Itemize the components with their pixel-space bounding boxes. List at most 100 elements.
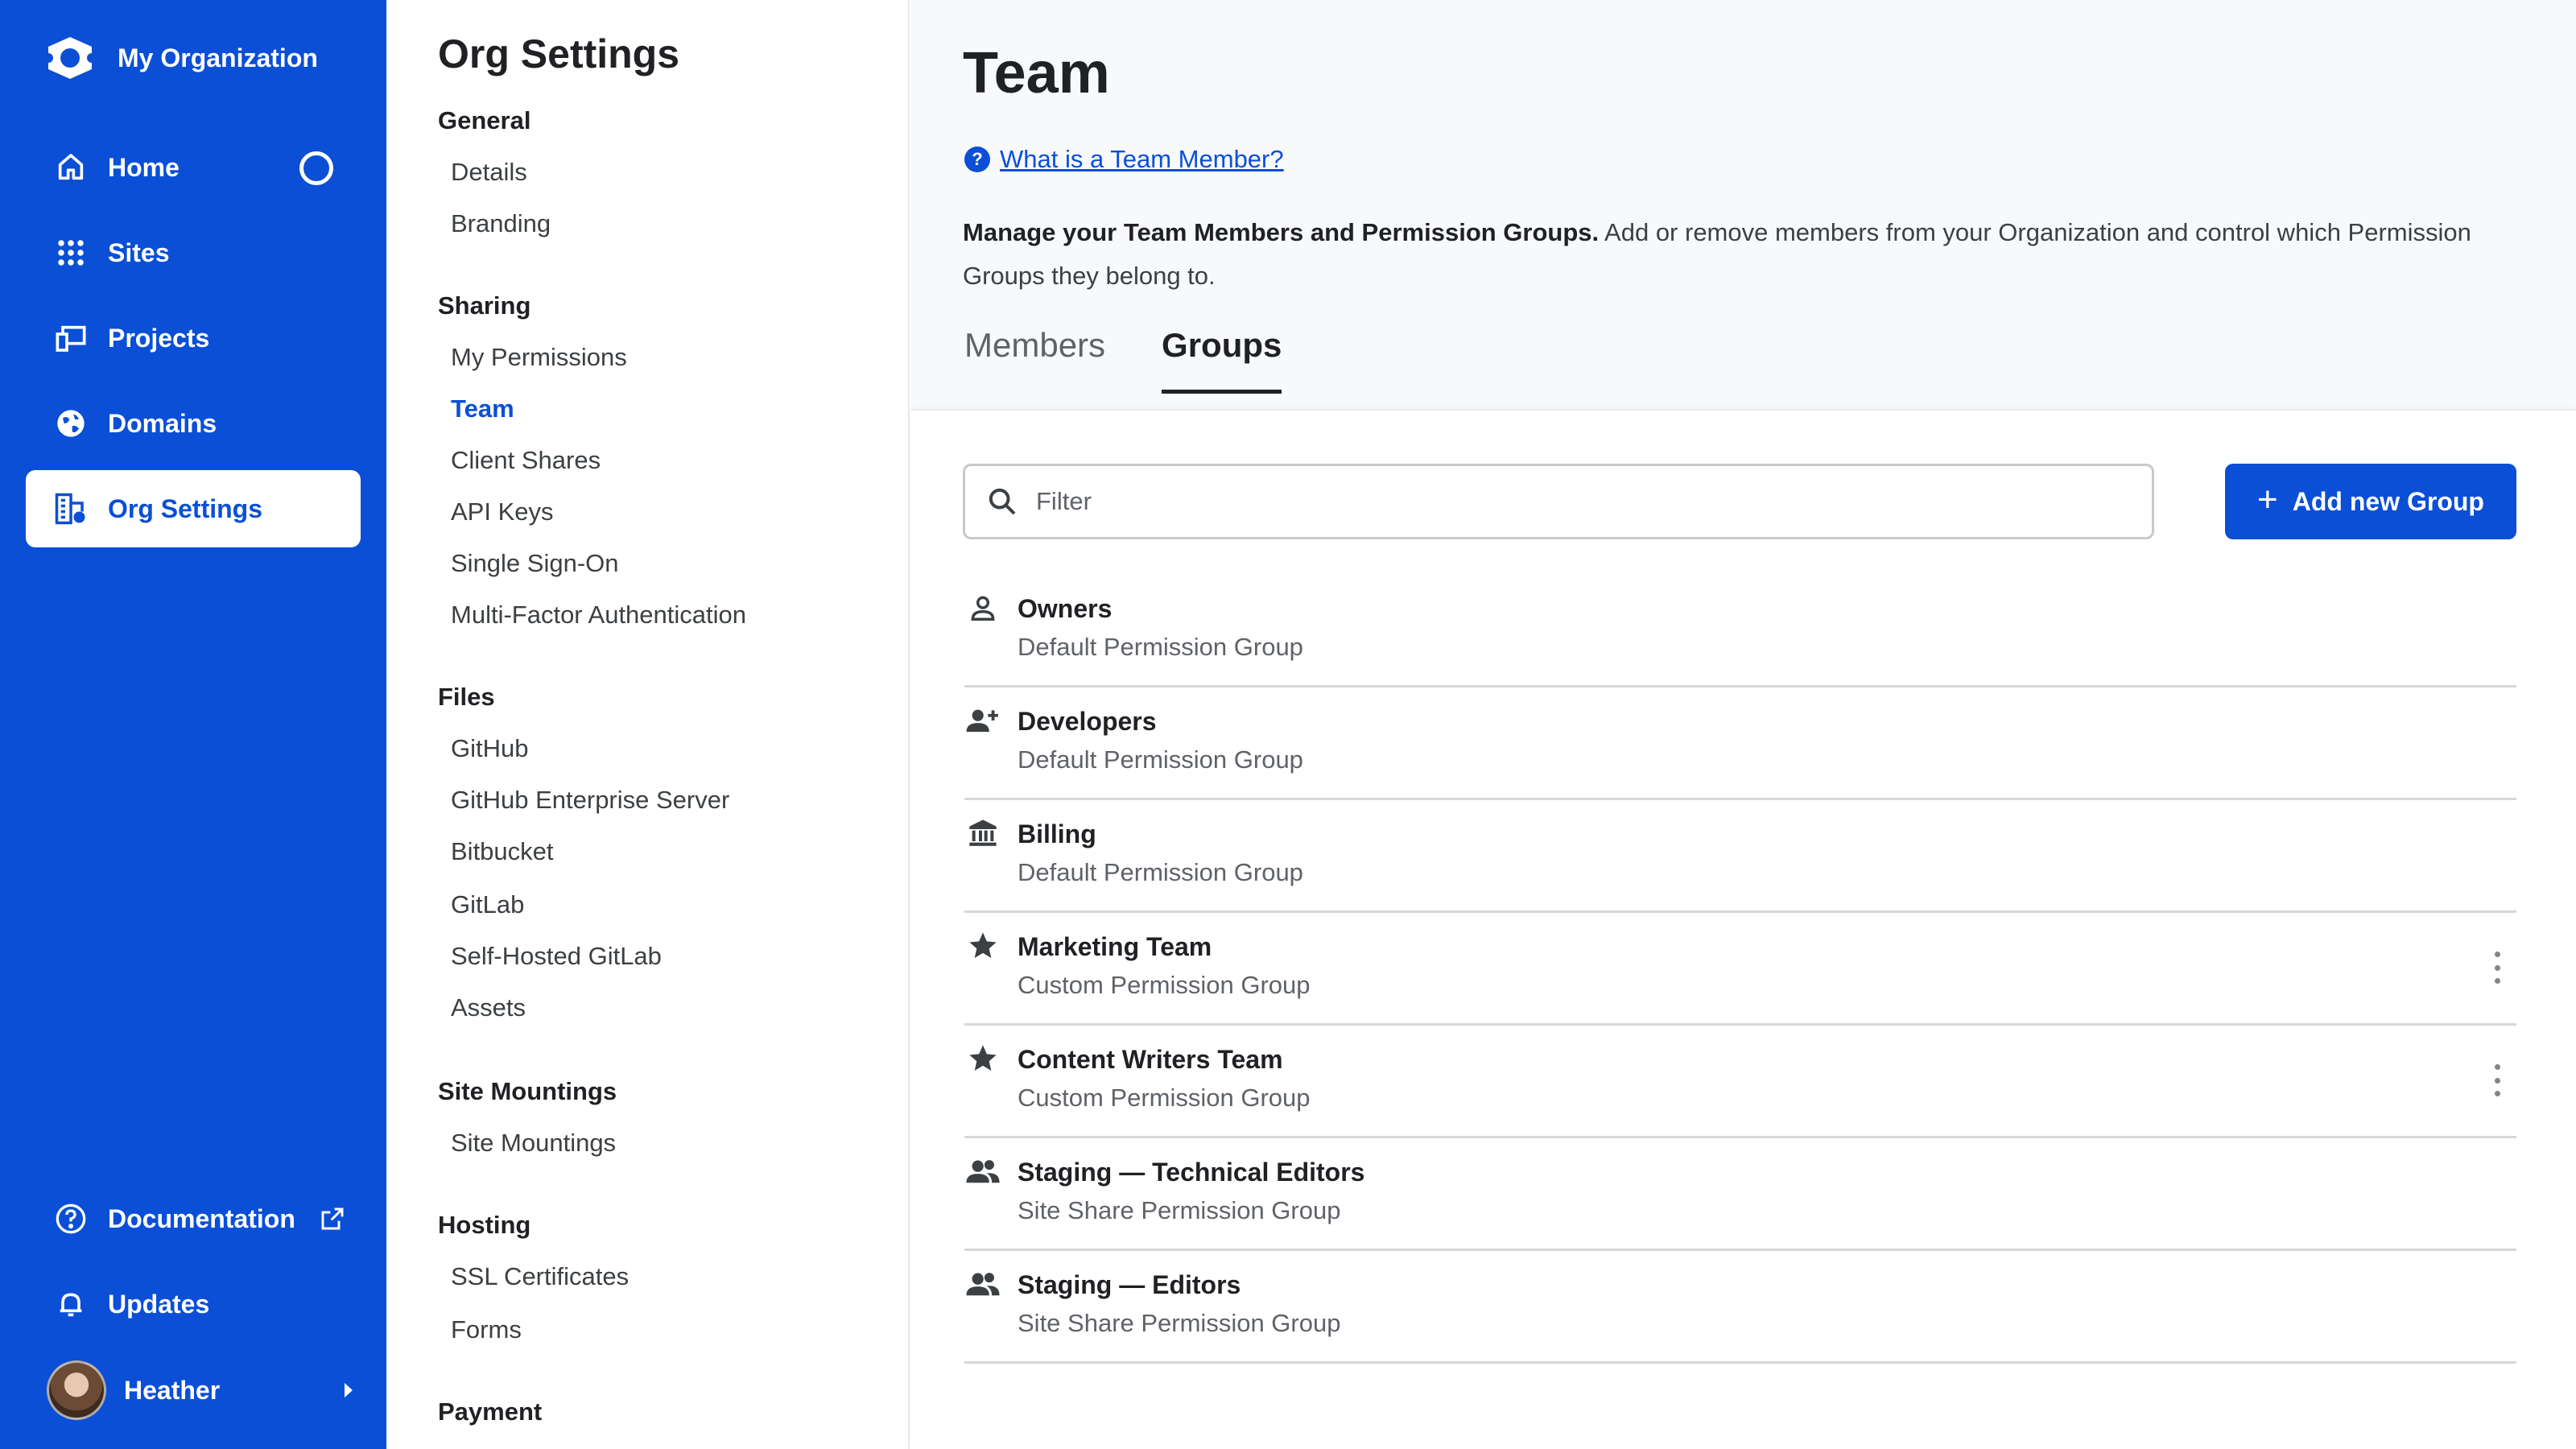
add-new-group-label: Add new Group — [2292, 486, 2484, 516]
org-switcher[interactable]: My Organization — [42, 34, 318, 82]
user-name: Heather — [124, 1375, 221, 1405]
list-item[interactable]: Developers Default Permission Group — [964, 687, 2516, 800]
nav-item-label: Documentation — [108, 1203, 295, 1233]
group-list: Owners Default Permission Group Develope… — [964, 575, 2516, 1364]
nav-item-sites[interactable]: Sites — [26, 214, 361, 291]
help-link[interactable]: ? What is a Team Member? — [964, 145, 1284, 174]
nav-item-label: Home — [108, 152, 180, 182]
nav-item-label: Updates — [108, 1289, 210, 1319]
group-type: Default Permission Group — [1018, 633, 1303, 661]
description-bold: Manage your Team Members and Permission … — [963, 218, 1600, 246]
person-add-icon — [964, 702, 1001, 739]
nav-item-label: Projects — [108, 323, 210, 353]
nav-item-label: Org Settings — [108, 493, 263, 523]
help-link-text: What is a Team Member? — [1000, 145, 1284, 173]
people-icon — [964, 1153, 1001, 1190]
grid-icon — [53, 235, 89, 270]
star-icon — [964, 1040, 1001, 1077]
user-menu[interactable]: Heather — [47, 1360, 353, 1420]
group-name: Content Writers Team — [1018, 1045, 1283, 1074]
section-heading-general: General — [438, 106, 531, 134]
settings-link-forms[interactable]: Forms — [451, 1315, 522, 1344]
star-icon — [964, 927, 1001, 964]
list-item[interactable]: Billing Default Permission Group — [964, 800, 2516, 913]
globe-icon — [53, 406, 89, 441]
add-new-group-button[interactable]: + Add new Group — [2225, 464, 2516, 539]
settings-link-single-sign-on[interactable]: Single Sign-On — [451, 549, 619, 578]
external-link-icon — [321, 1208, 344, 1230]
plus-icon: + — [2257, 480, 2278, 519]
question-icon: ? — [964, 147, 990, 172]
filter-input[interactable] — [1036, 487, 2083, 516]
settings-link-site-mountings[interactable]: Site Mountings — [451, 1129, 616, 1158]
page-title: Team — [963, 41, 1110, 105]
list-item[interactable]: Owners Default Permission Group — [964, 575, 2516, 687]
groups-panel: + Add new Group Owners Default Permissio… — [911, 409, 2576, 1449]
group-name: Developers — [1018, 707, 1157, 736]
group-name: Staging — Technical Editors — [1018, 1158, 1365, 1187]
help-circle-icon — [53, 1201, 89, 1236]
settings-title: Org Settings — [438, 31, 680, 76]
primary-nav: My Organization Home Sites Projects Doma… — [0, 0, 386, 1449]
nav-item-org-settings[interactable]: Org Settings — [26, 470, 361, 547]
list-item[interactable]: Staging — Technical Editors Site Share P… — [964, 1138, 2516, 1251]
nav-item-updates[interactable]: Updates — [26, 1265, 361, 1343]
settings-link-team[interactable]: Team — [451, 394, 514, 423]
settings-link-assets[interactable]: Assets — [451, 993, 526, 1022]
more-options-icon[interactable] — [2487, 952, 2507, 984]
settings-link-mfa[interactable]: Multi-Factor Authentication — [451, 601, 746, 630]
tab-bar: Members Groups — [964, 326, 1282, 394]
list-item[interactable]: Marketing Team Custom Permission Group — [964, 913, 2516, 1026]
settings-link-client-shares[interactable]: Client Shares — [451, 446, 601, 475]
group-type: Default Permission Group — [1018, 745, 1303, 774]
page-description: Manage your Team Members and Permission … — [963, 211, 2541, 298]
settings-link-details[interactable]: Details — [451, 158, 527, 187]
nav-item-label: Domains — [108, 408, 217, 438]
settings-sidebar: Org Settings General Details Branding Sh… — [386, 0, 910, 1449]
tab-groups[interactable]: Groups — [1162, 326, 1282, 394]
main-content: Team ? What is a Team Member? Manage you… — [911, 0, 2576, 1449]
group-name: Staging — Editors — [1018, 1270, 1241, 1299]
devices-icon — [53, 320, 89, 356]
settings-link-gitlab[interactable]: GitLab — [451, 890, 524, 919]
list-item[interactable]: Staging — Editors Site Share Permission … — [964, 1251, 2516, 1364]
settings-link-github-enterprise[interactable]: GitHub Enterprise Server — [451, 786, 729, 815]
group-type: Custom Permission Group — [1018, 971, 1311, 999]
group-type: Default Permission Group — [1018, 858, 1303, 886]
org-name: My Organization — [118, 43, 318, 72]
settings-link-ssl[interactable]: SSL Certificates — [451, 1262, 629, 1291]
section-heading-payment: Payment — [438, 1397, 543, 1426]
settings-link-api-keys[interactable]: API Keys — [451, 497, 554, 526]
nav-item-label: Sites — [108, 237, 170, 267]
filter-field[interactable] — [963, 464, 2154, 539]
group-type: Site Share Permission Group — [1018, 1309, 1341, 1337]
section-heading-sharing: Sharing — [438, 291, 531, 320]
people-icon — [964, 1265, 1001, 1302]
search-icon — [989, 488, 1016, 515]
avatar — [47, 1360, 106, 1420]
settings-link-branding[interactable]: Branding — [451, 209, 551, 238]
bank-icon — [964, 815, 1001, 852]
person-icon — [964, 589, 1001, 626]
org-logo-icon — [43, 37, 97, 79]
section-heading-hosting: Hosting — [438, 1211, 531, 1239]
settings-link-my-permissions[interactable]: My Permissions — [451, 343, 627, 372]
settings-link-bitbucket[interactable]: Bitbucket — [451, 837, 554, 866]
home-icon — [53, 150, 89, 185]
list-item[interactable]: Content Writers Team Custom Permission G… — [964, 1026, 2516, 1138]
tab-members[interactable]: Members — [964, 326, 1105, 394]
section-heading-site-mountings: Site Mountings — [438, 1077, 617, 1105]
nav-item-documentation[interactable]: Documentation — [26, 1180, 361, 1257]
org-settings-icon — [53, 491, 89, 526]
more-options-icon[interactable] — [2487, 1064, 2507, 1096]
status-ring-icon — [299, 151, 333, 185]
nav-item-domains[interactable]: Domains — [26, 385, 361, 462]
group-name: Billing — [1018, 819, 1096, 848]
group-name: Marketing Team — [1018, 932, 1212, 961]
group-type: Custom Permission Group — [1018, 1084, 1311, 1112]
settings-link-github[interactable]: GitHub — [451, 734, 528, 763]
settings-link-self-hosted-gitlab[interactable]: Self-Hosted GitLab — [451, 942, 662, 971]
bell-icon — [53, 1286, 89, 1322]
group-type: Site Share Permission Group — [1018, 1196, 1341, 1224]
nav-item-projects[interactable]: Projects — [26, 299, 361, 377]
